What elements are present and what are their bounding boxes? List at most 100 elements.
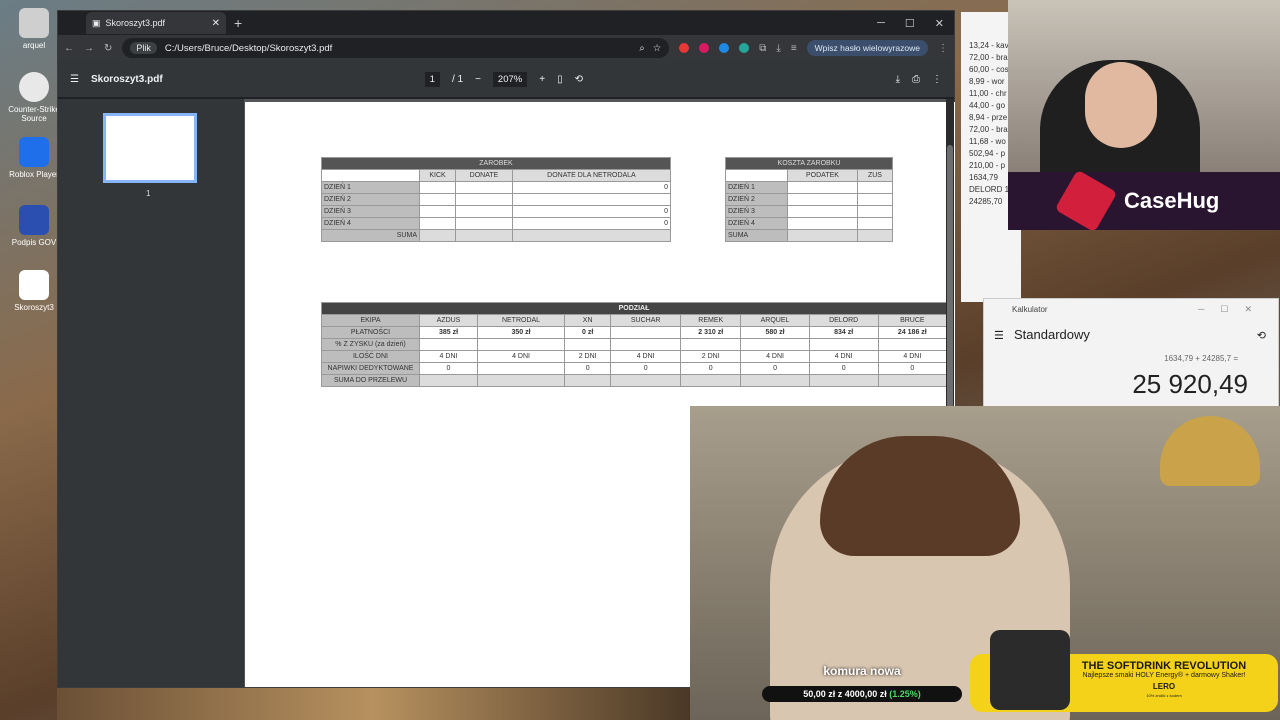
address-text: C:/Users/Bruce/Desktop/Skoroszyt3.pdf: [164, 42, 333, 54]
ekipa-header: EKIPA: [321, 314, 420, 327]
extension-icon[interactable]: [719, 43, 730, 53]
address-bar[interactable]: Plik C:/Users/Bruce/Desktop/Skoroszyt3.p…: [122, 38, 670, 58]
empty-cell: [725, 169, 788, 182]
calculator-result: 25 920,49: [1132, 369, 1248, 399]
cell: 4 DNI: [740, 350, 810, 363]
calc-menu-icon[interactable]: ☰: [994, 329, 1004, 342]
tab-skoroszyt3[interactable]: ▣ Skoroszyt3.pdf ✕: [86, 12, 226, 34]
cell: [787, 205, 858, 218]
cell: [610, 338, 682, 351]
goal-progress-bar: 50,00 zł z 4000,00 zł (1.25%): [762, 686, 962, 702]
table-row: NAPIWKI DEDYKTOWANE 0 0 0 0 0 0 0: [321, 362, 948, 375]
pdf-tab-icon: ▣: [92, 17, 101, 28]
tab-search-icon[interactable]: ≡: [791, 43, 797, 54]
table-row: PŁATNOŚCI 385 zł 350 zł 0 zł 2 310 zł 58…: [321, 326, 948, 339]
hamburger-menu-icon[interactable]: ☰: [70, 74, 79, 85]
minimize-icon[interactable]: ─: [877, 17, 885, 30]
page-input[interactable]: 1: [424, 71, 440, 87]
cell: [418, 217, 457, 230]
cell: 0: [511, 217, 672, 230]
menu-kebab-icon[interactable]: ⋮: [938, 43, 948, 54]
col-header: KICK: [418, 169, 457, 182]
cell: [610, 326, 682, 339]
cell: [455, 205, 513, 218]
back-icon[interactable]: ←: [64, 43, 74, 54]
calculator-window: Kalkulator ─☐✕ ☰ Standardowy ⟲ 1634,79 +…: [983, 298, 1279, 408]
desktop-icon-roblox[interactable]: Roblox Player: [8, 137, 60, 179]
cell: [564, 338, 612, 351]
download-icon[interactable]: ⤓: [776, 43, 780, 54]
cell: [808, 374, 879, 387]
more-options-icon[interactable]: ⋮: [932, 74, 942, 85]
extensions-puzzle-icon[interactable]: ⧉: [759, 43, 766, 54]
reload-icon[interactable]: ↻: [104, 43, 112, 54]
print-icon[interactable]: ⎙: [912, 74, 920, 85]
file-chip[interactable]: Plik: [130, 42, 157, 54]
page-thumbnail[interactable]: [103, 113, 197, 183]
password-button[interactable]: Wpisz hasło wielowyrazowe: [806, 40, 928, 56]
koszta-title: KOSZTA ZAROBKU: [725, 157, 893, 170]
cell: 0: [610, 362, 682, 375]
cell: [856, 229, 894, 242]
promo-fine-print: 10% zniżki z kodem: [1146, 693, 1182, 698]
table-row: SUMA DO PRZELEWU: [321, 374, 948, 387]
extension-icon[interactable]: [739, 43, 750, 53]
extension-icon[interactable]: [679, 43, 690, 53]
close-tab-icon[interactable]: ✕: [212, 18, 220, 29]
cell: [418, 181, 457, 194]
calculator-window-controls[interactable]: ─☐✕: [1198, 304, 1268, 315]
desktop-icon-counter-strike[interactable]: Counter-Strike Source: [8, 72, 60, 123]
pdf-file-icon: [19, 270, 49, 300]
row-label: DZIEŃ 2: [321, 193, 420, 206]
member-header: DELORD: [808, 314, 879, 327]
desktop-icon-podpis-gov[interactable]: Podpis GOV: [8, 205, 60, 247]
zoom-icon[interactable]: ⌕: [639, 43, 644, 54]
fit-page-icon[interactable]: ▯: [557, 74, 563, 85]
cell: 0: [419, 362, 478, 375]
cell: 4 DNI: [476, 350, 566, 363]
cell: 4 DNI: [808, 350, 879, 363]
cell: [808, 338, 879, 351]
forward-icon[interactable]: →: [84, 43, 94, 54]
history-icon[interactable]: ⟲: [1257, 329, 1266, 342]
cell: [476, 338, 566, 351]
new-tab-icon[interactable]: +: [234, 15, 242, 31]
rotate-icon[interactable]: ⟲: [575, 74, 583, 85]
desktop-icon-label: Podpis GOV: [11, 238, 57, 247]
close-window-icon[interactable]: ✕: [935, 17, 944, 30]
cell: 0: [740, 362, 810, 375]
cell: [856, 193, 894, 206]
file-icon: [19, 8, 49, 38]
maximize-icon[interactable]: ☐: [905, 17, 915, 30]
zoom-input[interactable]: 207%: [492, 71, 528, 87]
empty-cell: [321, 169, 420, 182]
bookmark-star-icon[interactable]: ☆: [653, 43, 662, 54]
cell: [419, 338, 478, 351]
promo-subtitle: Najlepsze smaki HOLY Energy® + darmowy S…: [1082, 672, 1246, 679]
table-row: % Z ZYSKU (za dzień): [321, 338, 948, 351]
desktop-icon-label: Skoroszyt3: [14, 303, 54, 312]
cell: 2 DNI: [680, 350, 742, 363]
zarobek-title: ZAROBEK: [321, 157, 671, 170]
row-label: DZIEŃ 3: [725, 205, 788, 218]
cell: 0: [511, 205, 672, 218]
sum-label: SUMA: [725, 229, 788, 242]
col-header: DONATE: [455, 169, 513, 182]
cell: [455, 217, 513, 230]
row-label: DZIEŃ 1: [321, 181, 420, 194]
cell: [856, 205, 894, 218]
energy-can-image: [990, 630, 1070, 710]
row-label: SUMA DO PRZELEWU: [321, 374, 420, 387]
row-label: ILOŚĆ DNI: [321, 350, 420, 363]
extension-icon[interactable]: [699, 43, 710, 53]
cell: [455, 229, 513, 242]
download-pdf-icon[interactable]: ⤓: [896, 74, 900, 85]
member-header: REMEK: [680, 314, 742, 327]
cell: 350 zł: [476, 326, 566, 339]
zoom-in-icon[interactable]: +: [539, 74, 545, 85]
table-row: ILOŚĆ DNI 4 DNI 4 DNI 2 DNI 4 DNI 2 DNI …: [321, 350, 948, 363]
desktop-icon-skoroszyt3[interactable]: Skoroszyt3: [8, 270, 60, 312]
zoom-out-icon[interactable]: −: [475, 74, 481, 85]
member-header: BRUCE: [877, 314, 948, 327]
desktop-icon-arquel[interactable]: arquel: [8, 8, 60, 50]
